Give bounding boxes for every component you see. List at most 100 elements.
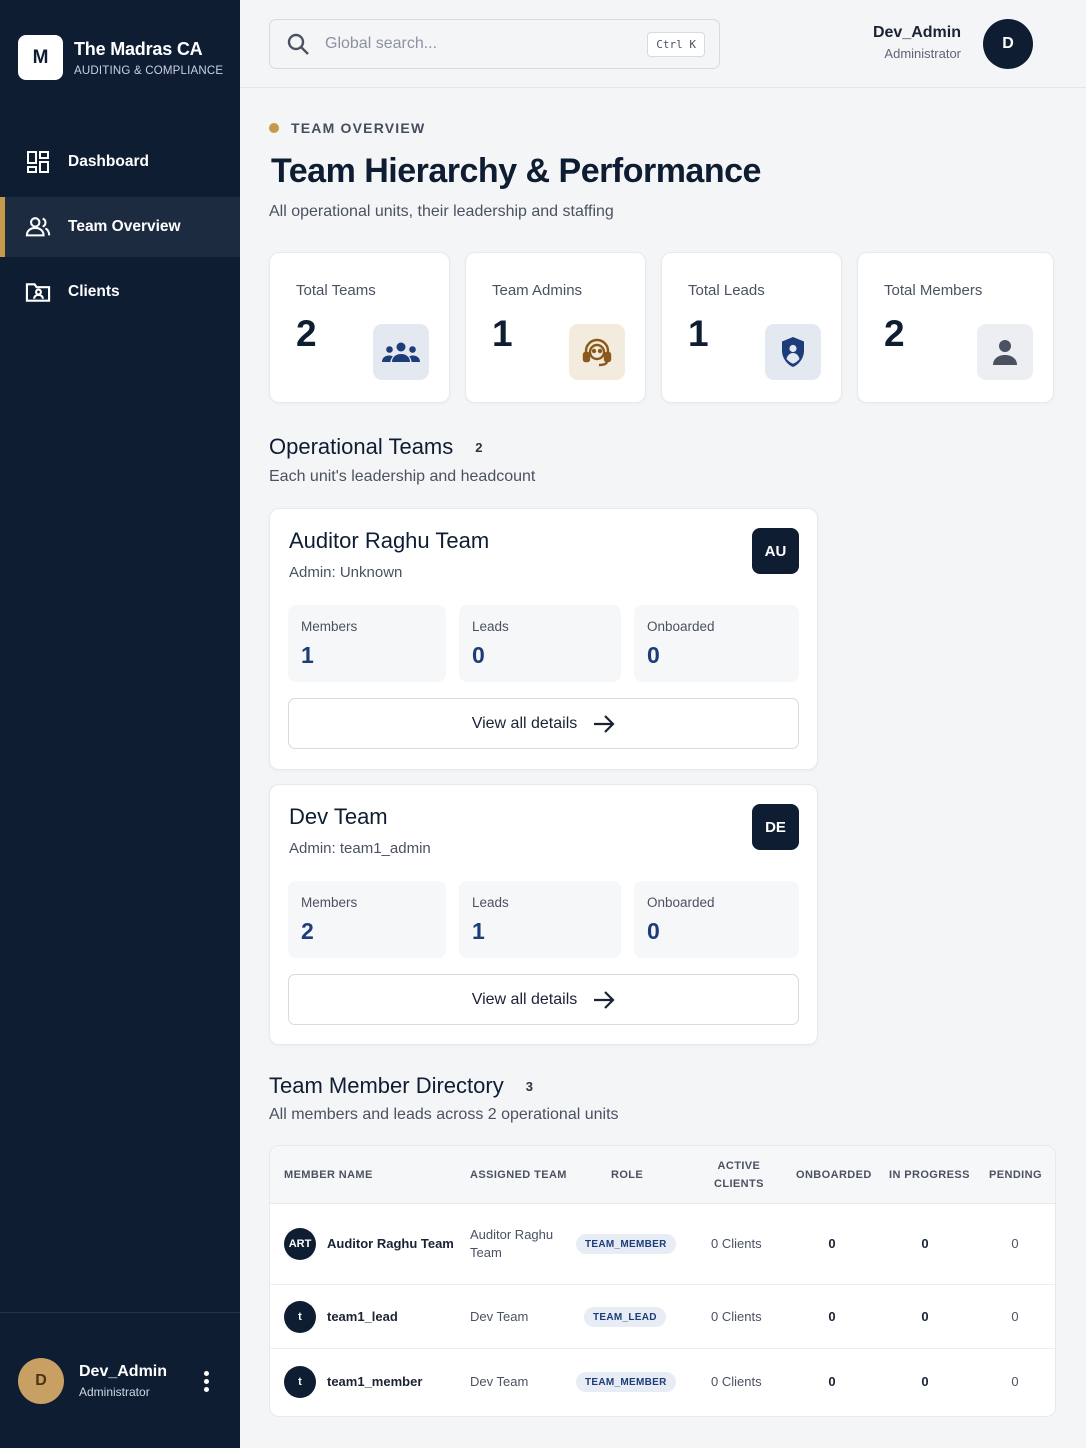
column-header-member-name[interactable]: MEMBER NAME: [284, 1166, 373, 1184]
sidebar-item-team-overview[interactable]: Team Overview: [0, 197, 240, 257]
search-input[interactable]: Global search... Ctrl K: [269, 19, 720, 69]
team-badge: AU: [752, 528, 799, 574]
avatar: t: [284, 1301, 316, 1333]
section-subtitle: Each unit's leadership and headcount: [269, 468, 536, 485]
team-metrics: Members 1 Leads 0 Onboarded 0: [288, 605, 799, 682]
column-header-in-progress[interactable]: IN PROGRESS: [889, 1166, 970, 1184]
section-title-label: Operational Teams: [269, 434, 454, 459]
section-title-directory: Team Member Directory 3: [269, 1073, 533, 1099]
avatar[interactable]: D: [983, 19, 1033, 69]
active-clients: 0 Clients: [711, 1374, 762, 1389]
in-progress-count: 0: [921, 1236, 929, 1251]
section-title-label: Team Member Directory: [269, 1073, 504, 1098]
topbar-user-role: Administrator: [884, 46, 961, 61]
avatar: t: [284, 1366, 316, 1398]
in-progress-count: 0: [921, 1374, 929, 1389]
table-row[interactable]: ART Auditor Raghu Team Auditor Raghu Tea…: [270, 1204, 1055, 1285]
status-dot: [269, 123, 279, 133]
metric-onboarded: Onboarded 0: [634, 605, 799, 682]
sidebar-item-label: Dashboard: [68, 153, 149, 170]
metric-label: Onboarded: [647, 619, 715, 634]
metric-value: 1: [472, 918, 485, 944]
stat-label: Total Leads: [688, 282, 765, 299]
metric-leads: Leads 1: [459, 881, 621, 958]
column-header-pending[interactable]: PENDING: [989, 1166, 1042, 1184]
sidebar-item-clients[interactable]: Clients: [0, 262, 240, 322]
metric-value: 1: [301, 642, 314, 668]
section-subtitle: All members and leads across 2 operation…: [269, 1106, 619, 1123]
shield-user-icon: [765, 324, 821, 380]
support-agent-icon: [569, 324, 625, 380]
metric-members: Members 2: [288, 881, 446, 958]
view-details-label: View all details: [471, 990, 578, 1008]
view-details-button[interactable]: View all details: [288, 974, 799, 1025]
brand-logo: M: [18, 35, 63, 80]
brand-title: The Madras CA: [74, 38, 203, 59]
member-directory-table: MEMBER NAME ASSIGNED TEAM ROLE ACTIVE CL…: [269, 1145, 1056, 1417]
stat-card-total-leads: Total Leads 1: [661, 252, 842, 403]
stat-value: 2: [884, 313, 905, 354]
sidebar-user[interactable]: D Dev_Admin Administrator: [0, 1312, 240, 1448]
assigned-team-line: Team: [470, 1245, 502, 1260]
team-users-icon: [25, 214, 51, 240]
column-header-onboarded[interactable]: ONBOARDED: [796, 1166, 872, 1184]
page-subtitle: All operational units, their leadership …: [269, 203, 614, 220]
column-header-line: CLIENTS: [714, 1178, 764, 1190]
role-badge: TEAM_LEAD: [584, 1307, 666, 1327]
metric-value: 2: [301, 918, 314, 944]
stat-value: 1: [492, 313, 513, 354]
metric-onboarded: Onboarded 0: [634, 881, 799, 958]
page-eyebrow-label: TEAM OVERVIEW: [291, 120, 426, 136]
stat-value: 1: [688, 313, 709, 354]
metric-label: Leads: [472, 619, 509, 634]
role-badge: TEAM_MEMBER: [576, 1372, 676, 1392]
team-name: Dev Team: [289, 804, 388, 829]
brand-subtitle: AUDITING & COMPLIANCE: [74, 64, 224, 77]
table-row[interactable]: t team1_lead Dev Team TEAM_LEAD 0 Client…: [270, 1285, 1055, 1349]
column-header-line: ACTIVE: [717, 1160, 761, 1172]
active-clients: 0 Clients: [711, 1236, 762, 1251]
column-header-role[interactable]: ROLE: [611, 1166, 643, 1184]
stat-card-team-admins: Team Admins 1: [465, 252, 646, 403]
metric-label: Members: [301, 895, 358, 910]
column-header-assigned-team[interactable]: ASSIGNED TEAM: [470, 1166, 567, 1184]
member-name: team1_lead: [327, 1309, 398, 1324]
stat-label: Total Teams: [296, 282, 376, 299]
sidebar-item-dashboard[interactable]: Dashboard: [0, 132, 240, 192]
arrow-right-icon: [594, 990, 615, 1009]
column-header-active-clients[interactable]: ACTIVE CLIENTS: [714, 1157, 764, 1193]
sidebar-nav: Dashboard Team Overview Clients: [0, 132, 240, 327]
avatar: D: [18, 1357, 64, 1404]
brand[interactable]: M The Madras CA AUDITING & COMPLIANCE: [18, 35, 223, 80]
metric-value: 0: [647, 918, 660, 944]
section-title-operational-teams: Operational Teams 2: [269, 434, 482, 460]
metric-label: Leads: [472, 895, 509, 910]
sidebar-item-label: Clients: [68, 283, 120, 300]
onboarded-count: 0: [828, 1309, 836, 1324]
person-icon: [977, 324, 1033, 380]
stat-card-total-members: Total Members 2: [857, 252, 1054, 403]
table-row[interactable]: t team1_member Dev Team TEAM_MEMBER 0 Cl…: [270, 1349, 1055, 1416]
role-badge: TEAM_MEMBER: [576, 1234, 676, 1254]
avatar: ART: [284, 1228, 316, 1260]
dashboard-grid-icon: [25, 149, 51, 175]
search-placeholder: Global search...: [325, 35, 438, 52]
group-icon: [373, 324, 429, 380]
page-eyebrow: TEAM OVERVIEW: [269, 120, 425, 136]
sidebar: M The Madras CA AUDITING & COMPLIANCE Da…: [0, 0, 240, 1448]
team-card: Auditor Raghu Team Admin: Unknown AU Mem…: [269, 508, 818, 770]
view-details-label: View all details: [471, 714, 578, 732]
search-shortcut-hint: Ctrl K: [647, 32, 705, 57]
pending-count: 0: [1011, 1374, 1019, 1389]
arrow-right-icon: [594, 714, 615, 733]
view-details-button[interactable]: View all details: [288, 698, 799, 749]
member-name: team1_member: [327, 1374, 423, 1389]
client-folder-icon: [25, 279, 51, 305]
member-name: Auditor Raghu Team: [327, 1236, 454, 1251]
table-header: MEMBER NAME ASSIGNED TEAM ROLE ACTIVE CL…: [270, 1146, 1055, 1204]
sidebar-user-name: Dev_Admin: [79, 1362, 168, 1380]
metric-leads: Leads 0: [459, 605, 621, 682]
more-vertical-icon[interactable]: [204, 1371, 210, 1395]
team-name: Auditor Raghu Team: [289, 528, 490, 553]
topbar-user[interactable]: Dev_Admin Administrator: [873, 24, 961, 61]
